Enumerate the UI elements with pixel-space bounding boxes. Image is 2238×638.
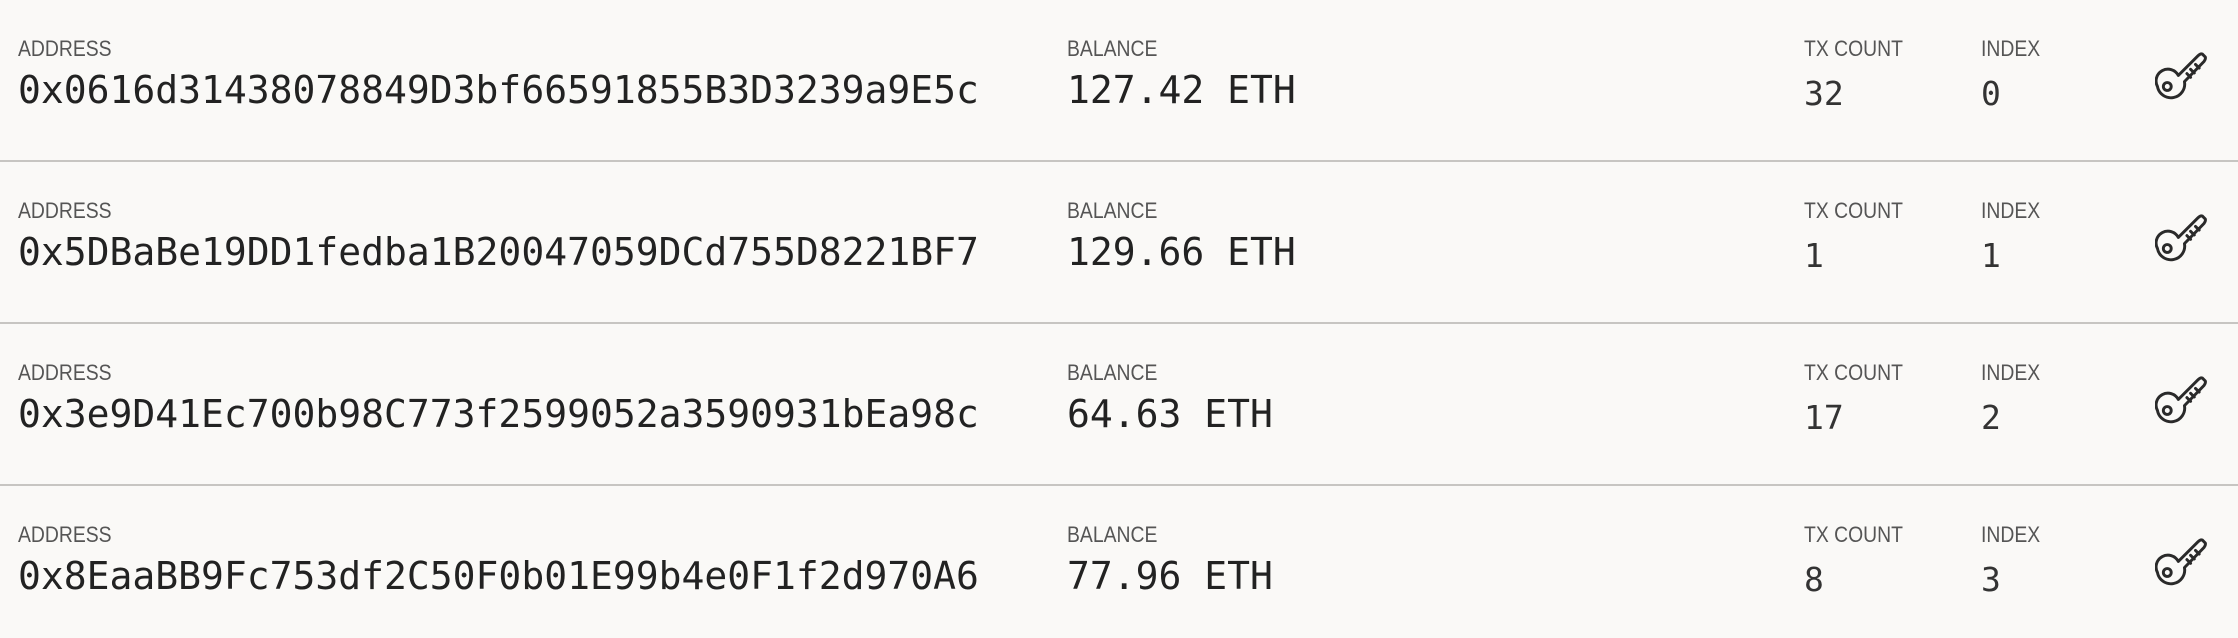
tx-count-label: TX COUNT: [1804, 36, 1903, 61]
key-icon: [2155, 52, 2207, 100]
key-icon: [2155, 376, 2207, 424]
balance-label: BALANCE: [1067, 36, 1158, 61]
balance-label: BALANCE: [1067, 198, 1158, 223]
index-value: 0: [1981, 74, 2001, 113]
account-row: ADDRESS 0x8EaaBB9Fc753df2C50F0b01E99b4e0…: [0, 486, 2238, 638]
show-keys-button[interactable]: [2153, 526, 2211, 592]
account-row: ADDRESS 0x5DBaBe19DD1fedba1B20047059DCd7…: [0, 162, 2238, 324]
balance-label: BALANCE: [1067, 360, 1158, 385]
key-icon: [2155, 214, 2207, 262]
tx-count-value: 32: [1804, 74, 1844, 113]
tx-count-label: TX COUNT: [1804, 522, 1903, 547]
tx-count-value: 1: [1804, 236, 1824, 275]
show-keys-button[interactable]: [2153, 202, 2211, 268]
address-value: 0x8EaaBB9Fc753df2C50F0b01E99b4e0F1f2d970…: [18, 554, 979, 598]
tx-count-label: TX COUNT: [1804, 198, 1903, 223]
balance-value: 127.42 ETH: [1067, 68, 1296, 112]
balance-value: 64.63 ETH: [1067, 392, 1273, 436]
tx-count-label: TX COUNT: [1804, 360, 1903, 385]
address-value: 0x5DBaBe19DD1fedba1B20047059DCd755D8221B…: [18, 230, 979, 274]
index-value: 2: [1981, 398, 2001, 437]
account-row: ADDRESS 0x3e9D41Ec700b98C773f2599052a359…: [0, 324, 2238, 486]
show-keys-button[interactable]: [2153, 364, 2211, 430]
index-label: INDEX: [1981, 198, 2041, 223]
index-value: 3: [1981, 560, 2001, 599]
address-label: ADDRESS: [18, 360, 112, 385]
account-row: ADDRESS 0x0616d31438078849D3bf66591855B3…: [0, 0, 2238, 162]
address-label: ADDRESS: [18, 198, 112, 223]
address-value: 0x3e9D41Ec700b98C773f2599052a3590931bEa9…: [18, 392, 979, 436]
show-keys-button[interactable]: [2153, 40, 2211, 106]
balance-value: 129.66 ETH: [1067, 230, 1296, 274]
index-label: INDEX: [1981, 522, 2041, 547]
address-label: ADDRESS: [18, 36, 112, 61]
index-label: INDEX: [1981, 360, 2041, 385]
address-label: ADDRESS: [18, 522, 112, 547]
address-value: 0x0616d31438078849D3bf66591855B3D3239a9E…: [18, 68, 979, 112]
index-value: 1: [1981, 236, 2001, 275]
tx-count-value: 8: [1804, 560, 1824, 599]
index-label: INDEX: [1981, 36, 2041, 61]
tx-count-value: 17: [1804, 398, 1844, 437]
accounts-list: ADDRESS 0x0616d31438078849D3bf66591855B3…: [0, 0, 2238, 638]
key-icon: [2155, 538, 2207, 586]
balance-value: 77.96 ETH: [1067, 554, 1273, 598]
balance-label: BALANCE: [1067, 522, 1158, 547]
